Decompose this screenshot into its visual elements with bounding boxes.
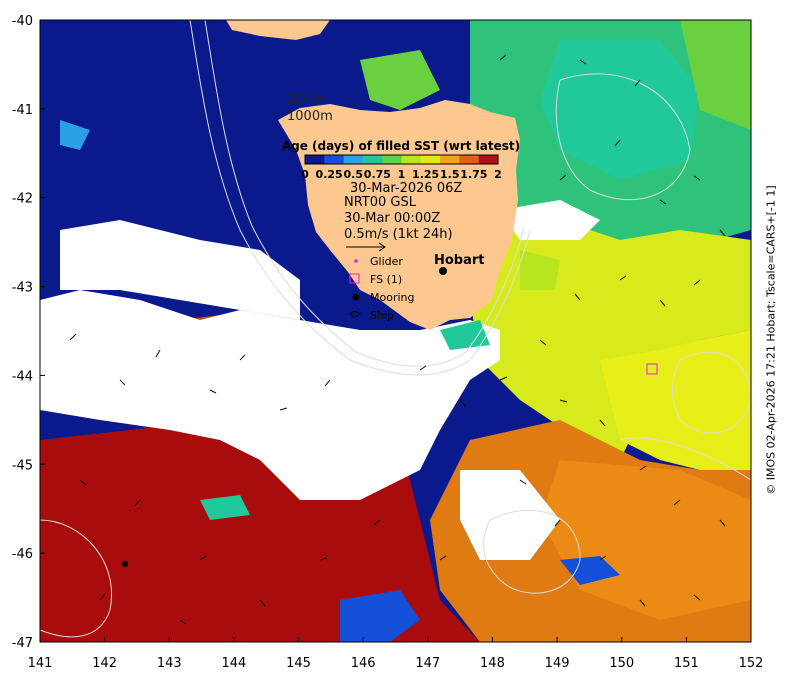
x-tick-label: 151 [674, 656, 699, 671]
x-tick-label: 145 [286, 656, 311, 671]
legend-fs: FS (1) [370, 273, 402, 286]
mooring-marker-icon [352, 293, 360, 301]
x-tick-label: 152 [739, 656, 764, 671]
colorbar-cell [440, 155, 460, 164]
colorbar: Age (days) of filled SST (wrt latest) 00… [282, 139, 520, 181]
colorbar-tick-label: 0 [301, 168, 309, 181]
colorbar-tick-label: 1.75 [460, 168, 487, 181]
legend-ship: Ship [370, 309, 394, 322]
colorbar-tick-label: 1 [398, 168, 406, 181]
y-tick-label: -41 [12, 103, 33, 118]
x-tick-label: 142 [92, 656, 117, 671]
colorbar-tick-label: 1.25 [412, 168, 439, 181]
mooring-site-icon [122, 561, 128, 567]
x-tick-label: 149 [545, 656, 570, 671]
colorbar-tick-label: 1.5 [440, 168, 460, 181]
x-tick-label: 141 [28, 656, 53, 671]
x-tick-label: 146 [351, 656, 376, 671]
y-tick-label: -43 [12, 281, 33, 296]
currents-source: NRT00 GSL [344, 195, 417, 210]
sst-age-map: Age (days) of filled SST (wrt latest) 00… [12, 14, 764, 671]
map-plot-area [40, 20, 751, 642]
y-tick-label: -40 [12, 14, 33, 29]
sst-time: 30-Mar-2026 06Z [350, 181, 462, 196]
hobart-label: Hobart [434, 253, 485, 268]
x-tick-label: 143 [157, 656, 182, 671]
colorbar-tick-label: 0.5 [344, 168, 364, 181]
legend-mooring: Mooring [370, 291, 414, 304]
colorbar-cell [420, 155, 441, 164]
x-tick-label: 144 [221, 656, 246, 671]
colorbar-tick-label: 2 [494, 168, 502, 181]
colorbar-cell [362, 155, 383, 164]
y-tick-label: -46 [12, 547, 33, 562]
x-tick-label: 150 [609, 656, 634, 671]
colorbar-tick-label: 0.25 [316, 168, 343, 181]
colorbar-cell [343, 155, 364, 164]
contour-label-200m: 200m [287, 92, 324, 107]
colorbar-cell [324, 155, 345, 164]
legend-glider: Glider [370, 255, 403, 268]
colorbar-title: Age (days) of filled SST (wrt latest) [282, 139, 520, 153]
hobart-marker-icon [439, 267, 447, 275]
colorbar-cell [305, 155, 325, 164]
colorbar-cell [401, 155, 422, 164]
currents-time: 30-Mar 00:00Z [344, 211, 440, 226]
x-tick-label: 148 [480, 656, 505, 671]
y-tick-label: -42 [12, 192, 33, 207]
glider-marker-icon [354, 259, 358, 263]
y-tick-label: -44 [12, 369, 33, 384]
colorbar-cell [459, 155, 480, 164]
colorbar-tick-label: 0.75 [364, 168, 391, 181]
colorbar-cell [478, 155, 499, 164]
contour-label-1000m: 1000m [287, 109, 333, 124]
x-tick-label: 147 [415, 656, 440, 671]
y-tick-label: -47 [12, 636, 33, 651]
currents-scale: 0.5m/s (1kt 24h) [344, 227, 453, 242]
credit-text: © IMOS 02-Apr-2026 17:21 Hobart; Tscale=… [764, 185, 778, 495]
colorbar-cell [382, 155, 402, 164]
y-tick-label: -45 [12, 458, 33, 473]
